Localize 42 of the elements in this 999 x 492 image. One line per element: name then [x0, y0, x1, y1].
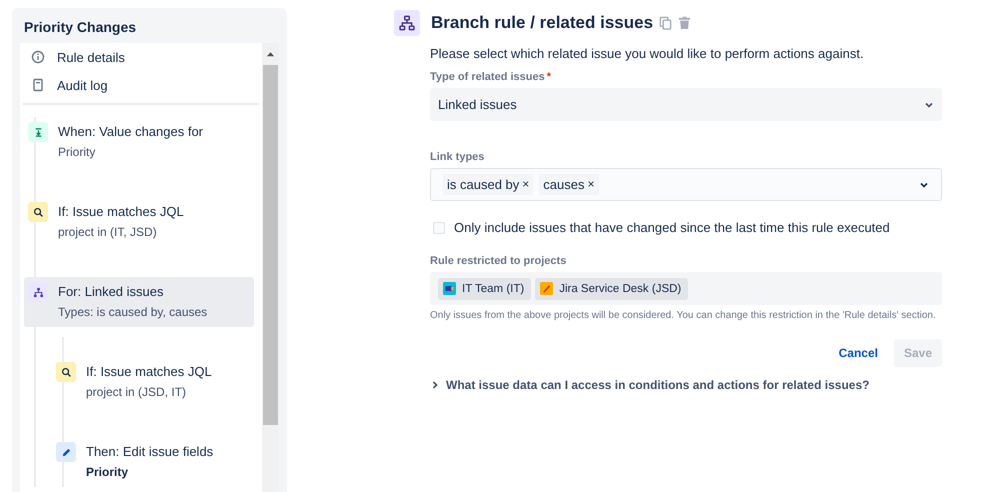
info-icon: [31, 50, 45, 64]
link-types-select[interactable]: is caused by × causes ×: [430, 168, 942, 201]
scroll-up-icon[interactable]: [266, 51, 275, 57]
description: Please select which related issue you would like to perform actions against.: [430, 46, 865, 61]
document-icon: [31, 78, 45, 92]
pencil-icon: [56, 442, 76, 462]
rule-step[interactable]: For: Linked issues Types: is caused by, causes: [24, 277, 254, 327]
project-chip: Jira Service Desk (JSD): [535, 278, 688, 300]
rule-step[interactable]: If: Issue matches JQL project in (JSD, IT): [52, 357, 252, 407]
project-chip: IT Team (IT): [438, 278, 532, 300]
required-mark: *: [546, 71, 552, 83]
scroll-thumb[interactable]: [263, 65, 278, 425]
tag-label: causes: [543, 177, 584, 192]
rule-step[interactable]: When: Value changes for Priority: [24, 117, 254, 167]
trash-icon[interactable]: [678, 16, 692, 30]
sidebar-link[interactable]: Rule details: [23, 43, 259, 71]
rule-name: Priority Changes: [23, 18, 138, 37]
cancel-button[interactable]: Cancel: [828, 339, 888, 367]
trigger-icon: [28, 122, 48, 142]
branch-icon: [394, 10, 420, 36]
project-avatar-icon: [540, 282, 554, 295]
checkbox-label: Only include issues that have changed since the last time this rule executed: [454, 220, 890, 235]
project-avatar-icon: [443, 282, 456, 295]
remove-tag-button[interactable]: ×: [587, 177, 594, 192]
scrollbar[interactable]: [262, 43, 279, 492]
copy-icon[interactable]: [659, 16, 672, 30]
field-label: Rule restricted to projects: [430, 255, 566, 267]
help-text: Only issues from the above projects will be considered. You can change this restriction in the 'Rule details' section.: [430, 310, 937, 321]
field-label: Type of related issues: [430, 71, 545, 83]
field-label: Link types: [430, 151, 484, 163]
sidebar-link[interactable]: Audit log: [23, 71, 259, 99]
rule-step[interactable]: If: Issue matches JQL project in (IT, JSD): [24, 197, 254, 247]
type-select[interactable]: Linked issues: [430, 88, 942, 121]
faq-toggle[interactable]: What issue data can I access in conditions and actions for related issues?: [430, 378, 942, 392]
rule-step[interactable]: Then: Edit issue fields Priority: [52, 437, 252, 487]
tag-label: is caused by: [447, 177, 520, 192]
checkbox[interactable]: [433, 222, 445, 234]
remove-tag-button[interactable]: ×: [522, 177, 530, 192]
component-title: Branch rule / related issues: [431, 13, 654, 33]
branch-icon: [28, 282, 48, 302]
condition-icon: [28, 202, 48, 222]
search-icon: [56, 362, 76, 382]
